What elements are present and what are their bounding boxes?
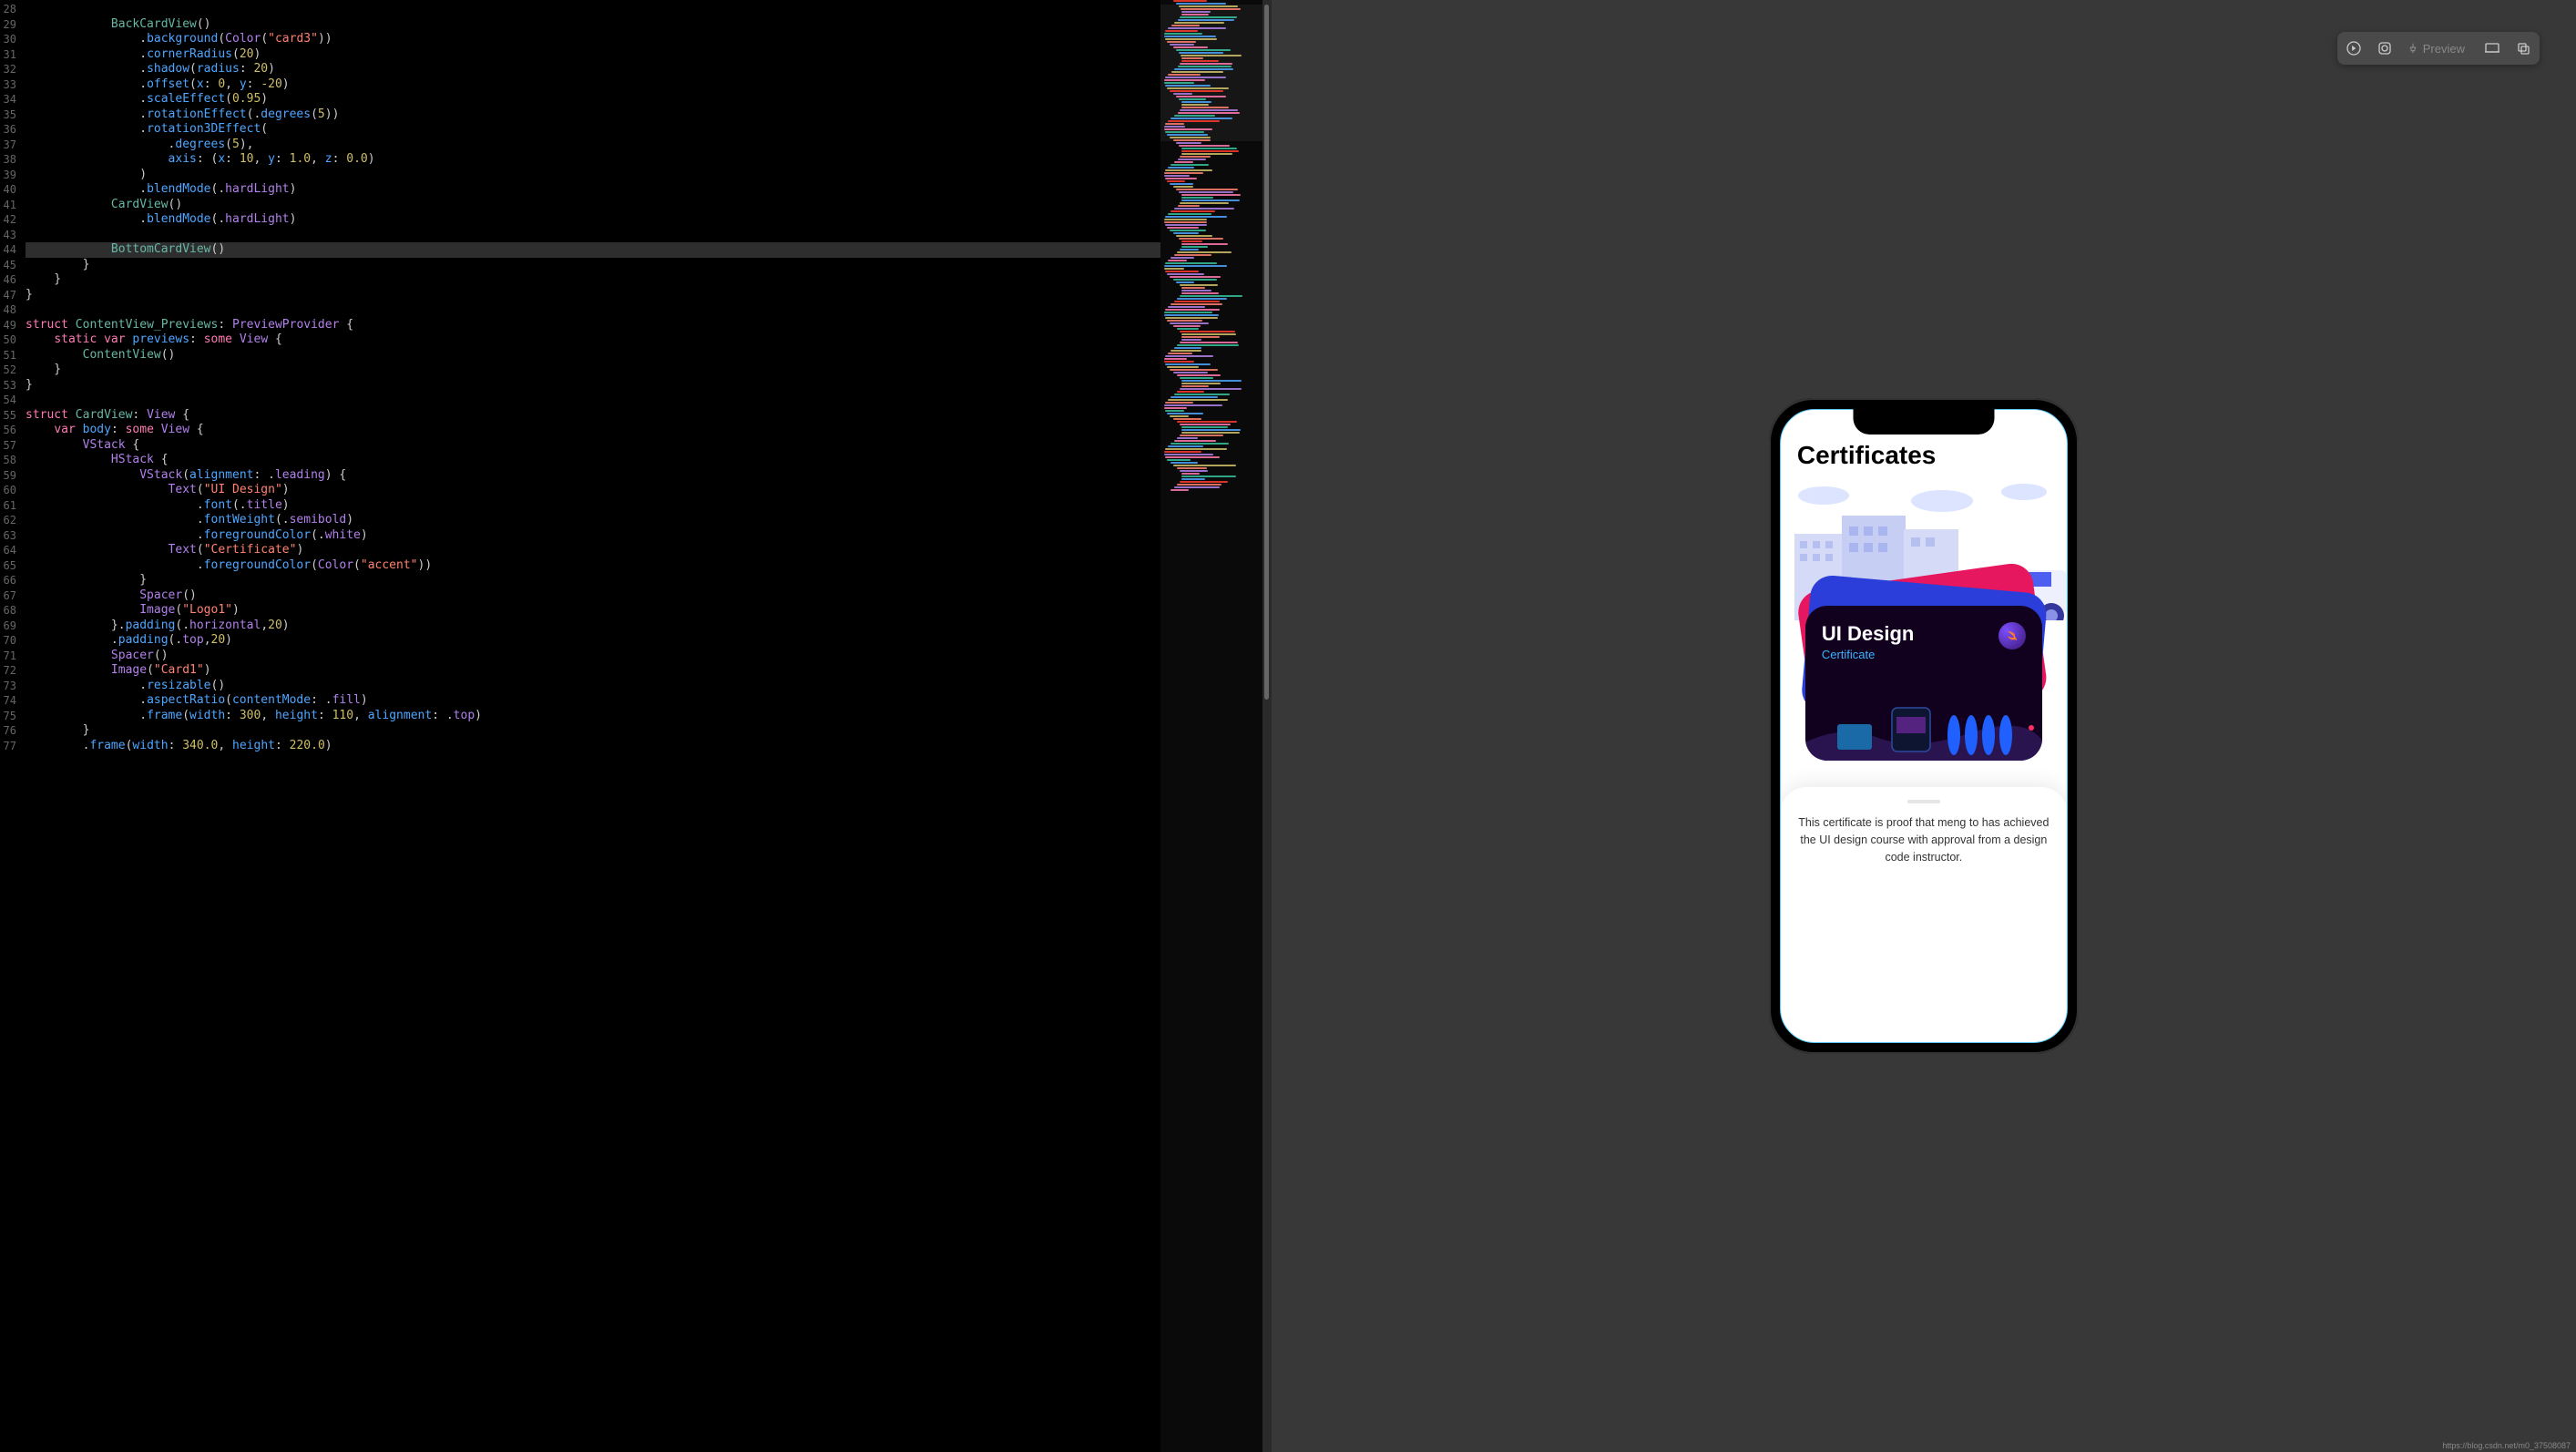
sheet-text: This certificate is proof that meng to h… (1797, 814, 2050, 865)
code-editor-pane: 2829303132333435363738394041424344454647… (0, 0, 1262, 1452)
sheet-drag-handle[interactable] (1907, 800, 1940, 803)
watermark: https://blog.csdn.net/m0_37508087 (2442, 1441, 2571, 1450)
card-subtitle: Certificate (1822, 648, 2026, 661)
preview-pane: Preview Certificates (1272, 0, 2576, 1452)
front-card: UI Design Certificate (1805, 606, 2042, 761)
phone-notch (1853, 409, 1994, 435)
swift-logo-icon (1998, 622, 2026, 649)
source-code[interactable]: BackCardView() .background(Color("card3"… (26, 0, 1262, 1452)
live-preview-button[interactable] (2372, 36, 2397, 61)
device-selector-button[interactable] (2479, 36, 2505, 61)
pane-splitter[interactable] (1262, 0, 1272, 1452)
phone-frame: Certificates (1769, 398, 2079, 1054)
preview-toolbar: Preview (2337, 32, 2540, 65)
play-button[interactable] (2341, 36, 2366, 61)
scrollbar-handle[interactable] (1264, 5, 1269, 700)
preview-pin-button[interactable]: Preview (2403, 42, 2474, 56)
bottom-sheet[interactable]: This certificate is proof that meng to h… (1781, 787, 2067, 1042)
minimap[interactable] (1160, 0, 1262, 1452)
phone-screen[interactable]: Certificates (1780, 409, 2068, 1043)
preview-pin-label: Preview (2423, 42, 2465, 56)
line-number-gutter: 2829303132333435363738394041424344454647… (0, 0, 26, 1452)
card-title: UI Design (1822, 622, 2026, 646)
duplicate-preview-button[interactable] (2510, 36, 2536, 61)
